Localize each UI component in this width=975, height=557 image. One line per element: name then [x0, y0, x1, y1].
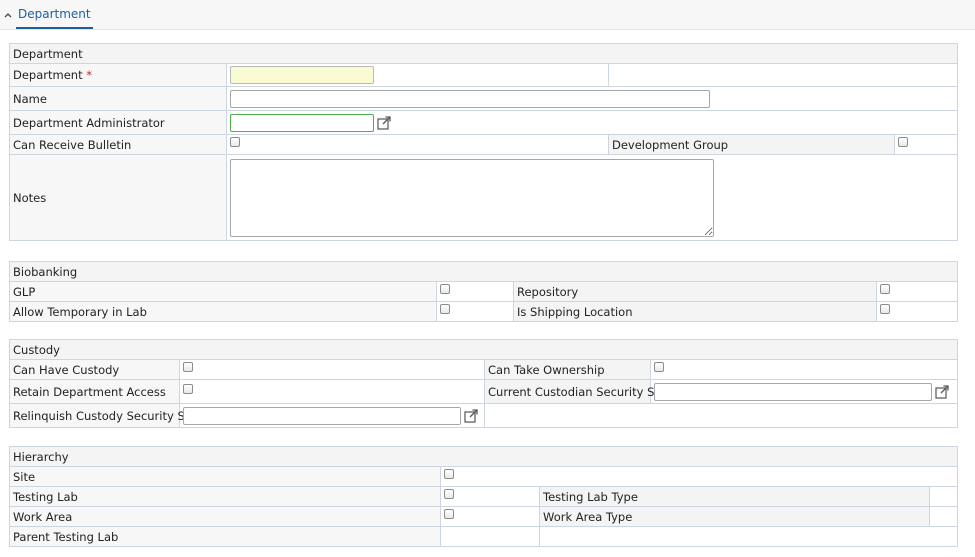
custody-section: Custody Can Have Custody Can Take Owners…	[8, 339, 959, 428]
can-have-custody-cell	[179, 359, 485, 380]
notes-textarea[interactable]	[230, 158, 714, 237]
external-link-icon[interactable]	[464, 408, 478, 423]
tab-label[interactable]: Department	[16, 7, 93, 29]
empty-cell	[483, 403, 959, 428]
repository-cell	[875, 281, 959, 302]
department-administrator-label: Department Administrator	[9, 110, 227, 135]
testing-lab-checkbox[interactable]	[444, 489, 454, 499]
section-header-hierarchy: Hierarchy	[8, 446, 959, 467]
glp-label: GLP	[9, 281, 437, 302]
can-take-ownership-checkbox[interactable]	[654, 362, 664, 372]
testing-lab-type-label: Testing Lab Type	[539, 486, 930, 507]
can-have-custody-label: Can Have Custody	[9, 359, 180, 380]
shipping-location-checkbox[interactable]	[880, 304, 890, 314]
tab-department[interactable]: Department	[0, 0, 93, 30]
relinquish-cell	[179, 403, 485, 428]
testing-lab-cell	[440, 486, 540, 507]
parent-testing-lab-label: Parent Testing Lab	[9, 526, 441, 547]
parent-testing-lab-value	[440, 526, 540, 547]
notes-cell	[225, 154, 959, 241]
testing-lab-label: Testing Lab	[9, 486, 441, 507]
external-link-icon[interactable]	[935, 384, 949, 399]
name-field-cell	[225, 86, 959, 111]
take-ownership-cell	[649, 359, 959, 380]
section-header-biobanking: Biobanking	[8, 261, 959, 282]
section-header-custody: Custody	[8, 339, 959, 360]
biobanking-section: Biobanking GLP Repository Allow Temporar…	[8, 261, 959, 322]
retain-department-access-checkbox[interactable]	[183, 384, 193, 394]
bulletin-cell	[226, 134, 609, 155]
notes-label: Notes	[9, 154, 227, 241]
glp-cell	[436, 281, 514, 302]
department-field-cell	[226, 63, 609, 87]
name-input[interactable]	[230, 89, 710, 108]
can-take-ownership-label: Can Take Ownership	[484, 359, 651, 380]
department-administrator-input[interactable]	[230, 113, 374, 132]
repository-checkbox[interactable]	[880, 284, 890, 294]
empty-cell	[607, 63, 959, 87]
external-link-icon[interactable]	[377, 115, 391, 130]
tab-bar: Department	[0, 0, 975, 30]
admin-field-cell	[225, 110, 959, 135]
shipping-location-label: Is Shipping Location	[513, 301, 877, 322]
section-header-department: Department	[8, 43, 959, 64]
development-group-checkbox[interactable]	[898, 137, 908, 147]
development-group-label: Development Group	[608, 134, 895, 155]
current-custodian-label: Current Custodian Security Set	[484, 379, 666, 404]
empty-cell	[538, 526, 959, 547]
retain-access-cell	[179, 379, 485, 404]
work-area-type-label: Work Area Type	[539, 506, 930, 527]
work-area-checkbox[interactable]	[444, 509, 454, 519]
allow-temporary-label: Allow Temporary in Lab	[9, 301, 437, 322]
allow-temp-cell	[436, 301, 514, 322]
testing-lab-type-value	[928, 486, 959, 507]
allow-temporary-checkbox[interactable]	[440, 304, 450, 314]
dev-group-cell	[893, 134, 959, 155]
site-cell	[439, 466, 959, 487]
retain-access-label: Retain Department Access	[9, 379, 180, 404]
glp-checkbox[interactable]	[440, 284, 450, 294]
name-label: Name	[9, 86, 227, 111]
current-custodian-cell	[649, 379, 959, 404]
site-checkbox[interactable]	[444, 469, 454, 479]
department-section: Department Department * Name Department …	[8, 43, 959, 241]
can-have-custody-checkbox[interactable]	[183, 362, 193, 372]
work-area-type-value	[928, 506, 959, 527]
current-custodian-input[interactable]	[654, 382, 932, 401]
relinquish-custody-input[interactable]	[183, 406, 461, 425]
site-label: Site	[9, 466, 441, 487]
repository-label: Repository	[513, 281, 877, 302]
work-area-label: Work Area	[9, 506, 441, 527]
shipping-cell	[875, 301, 959, 322]
relinquish-custody-label: Relinquish Custody Security Set	[9, 403, 196, 428]
department-label: Department *	[9, 63, 227, 87]
work-area-cell	[440, 506, 540, 527]
hierarchy-section: Hierarchy Site Testing Lab Testing Lab T…	[8, 446, 959, 547]
can-receive-bulletin-label: Can Receive Bulletin	[9, 134, 227, 155]
department-input[interactable]	[230, 66, 374, 84]
can-receive-bulletin-checkbox[interactable]	[230, 137, 240, 147]
chevron-up-icon[interactable]	[4, 10, 14, 21]
required-mark: *	[86, 68, 92, 82]
